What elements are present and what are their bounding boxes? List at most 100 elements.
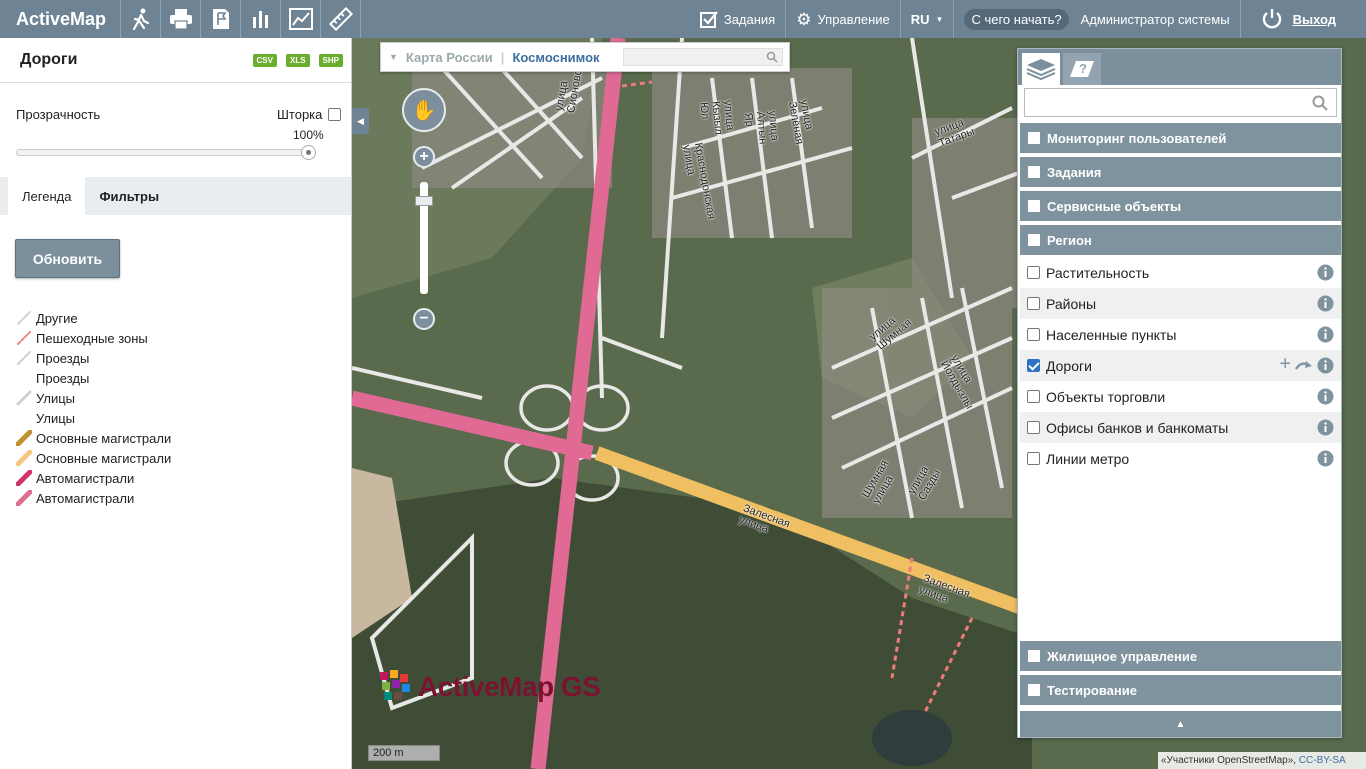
watermark-logo: [380, 670, 410, 700]
info-icon[interactable]: [1317, 419, 1334, 436]
tab-filters[interactable]: Фильтры: [85, 177, 173, 215]
refresh-button[interactable]: Обновить: [15, 239, 120, 278]
add-icon[interactable]: +: [1279, 353, 1291, 376]
zoom-in-button[interactable]: +: [413, 146, 435, 168]
legend-swatch: [16, 490, 32, 506]
group-checkbox[interactable]: [1028, 132, 1040, 144]
info-icon[interactable]: [1317, 295, 1334, 312]
group-checkbox[interactable]: [1028, 166, 1040, 178]
manage-menu[interactable]: ⚙ Управление: [785, 0, 900, 38]
legend-swatch: [17, 311, 31, 325]
watermark: ActiveMap GS: [378, 668, 601, 706]
layer-checkbox[interactable]: [1027, 452, 1040, 465]
tasks-menu[interactable]: Задания: [690, 0, 785, 38]
layer-item[interactable]: Линии метро: [1020, 443, 1341, 474]
search-icon: [766, 51, 778, 63]
layer-item[interactable]: Населенные пункты: [1020, 319, 1341, 350]
chevron-down-icon[interactable]: ▼: [389, 52, 398, 62]
license-link[interactable]: CC-BY-SA: [1299, 755, 1346, 766]
group-checkbox[interactable]: [1028, 200, 1040, 212]
slider-handle[interactable]: [301, 145, 316, 160]
layer-item[interactable]: Районы: [1020, 288, 1341, 319]
scale-bar: 200 m: [368, 745, 440, 761]
app-logo[interactable]: ActiveMap: [0, 0, 122, 38]
transparency-section: Прозрачность Шторка 100%: [0, 83, 351, 177]
curtain-label: Шторка: [277, 107, 323, 122]
logout-label: Выход: [1292, 11, 1336, 27]
panel-tabs: Легенда Фильтры: [0, 177, 351, 215]
hand-icon: ✋: [411, 99, 437, 122]
layer-group[interactable]: Жилищное управление: [1020, 641, 1341, 673]
group-label: Жилищное управление: [1047, 648, 1198, 664]
collapse-panel-button[interactable]: ◀: [352, 108, 369, 134]
info-icon[interactable]: [1317, 326, 1334, 343]
layer-checkbox[interactable]: [1027, 266, 1040, 279]
legend-swatch: [17, 351, 31, 365]
layer-label: Офисы банков и банкоматы: [1046, 419, 1229, 436]
layer-group[interactable]: Мониторинг пользователей: [1020, 123, 1341, 155]
curtain-checkbox[interactable]: [328, 108, 342, 121]
bar-chart-icon[interactable]: [241, 0, 282, 38]
info-icon[interactable]: [1317, 264, 1334, 281]
group-checkbox[interactable]: [1028, 650, 1040, 662]
language-label: RU: [910, 11, 930, 27]
document-flag-icon[interactable]: [201, 0, 242, 38]
layer-checkbox[interactable]: [1027, 390, 1040, 403]
chevron-left-icon: ◀: [357, 115, 364, 126]
watermark-text: ActiveMap GS: [418, 671, 601, 702]
collapse-layers-button[interactable]: ▲: [1020, 711, 1341, 737]
chevron-down-icon: ▼: [935, 14, 944, 24]
getting-started-link[interactable]: С чего начать? Администратор системы: [953, 0, 1239, 38]
separator: |: [500, 49, 505, 65]
layer-group[interactable]: Регион: [1020, 225, 1341, 257]
info-icon[interactable]: [1317, 357, 1334, 374]
layer-checkbox[interactable]: [1027, 328, 1040, 341]
legend-label: Проезды: [36, 370, 90, 386]
export-xls-button[interactable]: XLS: [285, 53, 310, 67]
layer-checkbox[interactable]: [1027, 297, 1040, 310]
tab-legend-help[interactable]: ?: [1063, 53, 1101, 85]
legend-item: Другие: [16, 308, 171, 328]
logout-button[interactable]: Выход: [1239, 0, 1366, 38]
layer-item[interactable]: Объекты торговли: [1020, 381, 1341, 412]
layer-item[interactable]: Дороги +: [1020, 350, 1341, 381]
export-shp-button[interactable]: SHP: [318, 53, 343, 67]
top-toolbar: ActiveMap Задания ⚙ Управление RU ▼ С че…: [0, 0, 1366, 38]
print-icon[interactable]: [161, 0, 202, 38]
language-select[interactable]: RU ▼: [899, 0, 954, 38]
person-run-icon[interactable]: [121, 0, 162, 38]
group-checkbox[interactable]: [1028, 234, 1040, 246]
curtain-toggle[interactable]: Шторка: [277, 107, 342, 122]
map-search-input[interactable]: [623, 48, 783, 66]
ruler-icon[interactable]: [321, 0, 362, 38]
info-icon[interactable]: [1317, 388, 1334, 405]
legend-label: Другие: [36, 310, 78, 326]
layer-search-input[interactable]: [1024, 88, 1337, 117]
layer-checkbox[interactable]: [1027, 421, 1040, 434]
zoom-out-button[interactable]: −: [413, 308, 435, 330]
transparency-slider[interactable]: [16, 145, 316, 160]
manage-label: Управление: [817, 11, 890, 27]
legend-item: Улицы: [16, 408, 171, 428]
layers-panel: ? Мониторинг пользователей Задания Сервисн…: [1017, 48, 1342, 738]
tab-layers[interactable]: [1022, 53, 1060, 85]
layer-item[interactable]: Офисы банков и банкоматы: [1020, 412, 1341, 443]
info-icon[interactable]: [1317, 450, 1334, 467]
maptype-russia[interactable]: Карта России: [406, 50, 493, 65]
pan-control[interactable]: ✋: [402, 88, 446, 132]
tab-legend[interactable]: Легенда: [8, 177, 86, 215]
zoom-slider-handle[interactable]: [415, 196, 433, 206]
redo-arrow-icon[interactable]: [1295, 359, 1313, 371]
group-checkbox[interactable]: [1028, 684, 1040, 696]
line-chart-icon[interactable]: [281, 0, 322, 38]
maptype-satellite[interactable]: Космоснимок: [512, 50, 599, 65]
layer-checkbox[interactable]: [1027, 359, 1040, 372]
chevron-up-icon: ▲: [1175, 718, 1186, 730]
layer-group[interactable]: Тестирование: [1020, 675, 1341, 707]
layer-group[interactable]: Задания: [1020, 157, 1341, 189]
layer-item[interactable]: Растительность: [1020, 257, 1341, 288]
export-csv-button[interactable]: CSV: [252, 53, 277, 67]
attribution: «Участники OpenStreetMap», CC-BY-SA: [1158, 752, 1366, 769]
layer-group[interactable]: Сервисные объекты: [1020, 191, 1341, 223]
legend-swatch: [16, 370, 32, 386]
